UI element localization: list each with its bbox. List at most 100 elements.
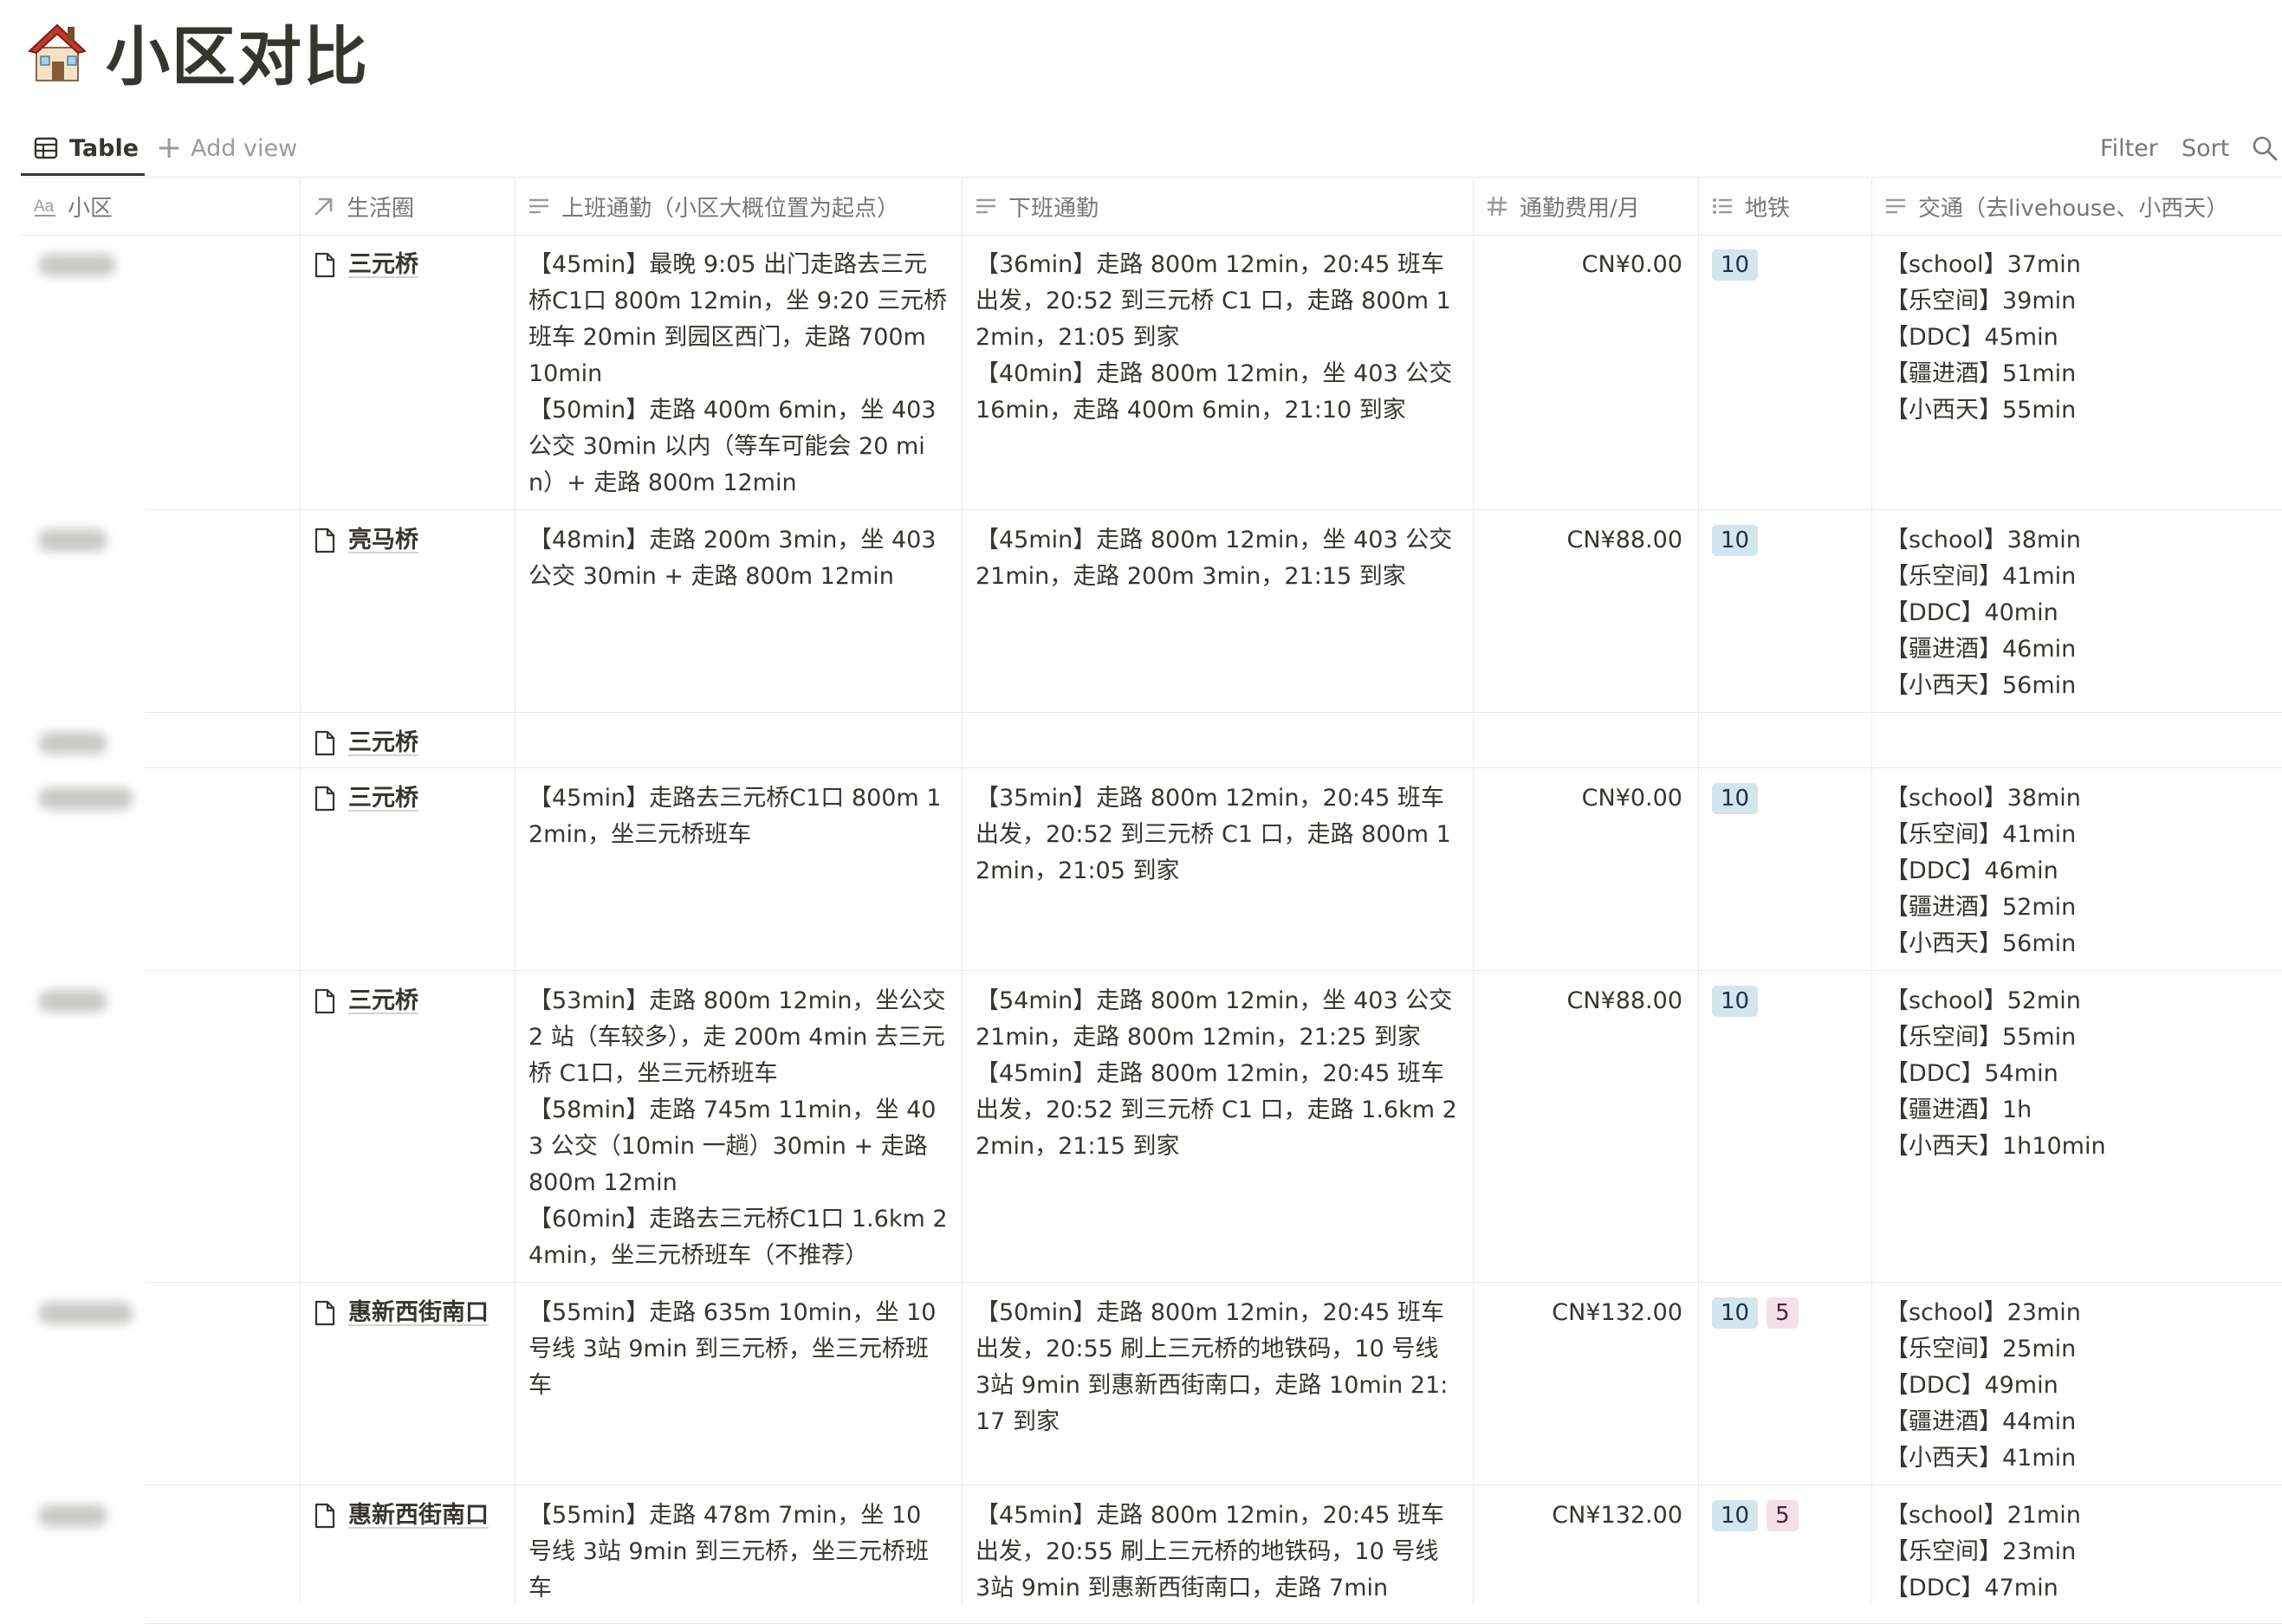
text-lines-icon	[529, 198, 548, 214]
cell-circle[interactable]: 三元桥	[300, 713, 515, 768]
column-divider	[1698, 178, 1699, 1604]
table-row[interactable]: 三元桥 【45min】走路去三元桥C1口 800m 12min，坐三元桥班车 【35…	[21, 768, 2282, 971]
cell-evening-commute[interactable]	[962, 713, 1473, 768]
cell-evening-commute[interactable]: 【45min】走路 800m 12min，20:45 班车出发，20:55 刷上…	[962, 1485, 1473, 1624]
cell-name[interactable]	[21, 1485, 300, 1624]
cell-evening-commute[interactable]: 【50min】走路 800m 12min，20:45 班车出发，20:55 刷上…	[962, 1283, 1473, 1485]
column-header[interactable]: 生活圈	[300, 178, 515, 235]
morning-line: 【50min】走路 400m 6min，坐 403 公交 30min 以内（等车…	[528, 397, 937, 496]
transit-line: 【乐空间】41min	[1885, 821, 2077, 848]
evening-line: 【45min】走路 800m 12min，20:45 班车出发，20:52 到三…	[976, 1060, 1457, 1160]
cell-transit[interactable]: 【school】52min 【乐空间】55min 【DDC】54min 【疆进酒】1h…	[1871, 971, 2282, 1283]
cell-commute-cost[interactable]: CN¥132.00	[1473, 1485, 1698, 1624]
view-bar: Table + Add view Filter Sort	[21, 121, 2282, 177]
sort-button[interactable]: Sort	[2182, 121, 2229, 175]
active-tab-underline	[21, 173, 145, 176]
morning-line: 【55min】走路 478m 7min，坐 10 号线 3站 9min 到三元桥…	[528, 1502, 930, 1601]
cell-circle[interactable]: 三元桥	[300, 768, 515, 971]
relation-page-link[interactable]: 三元桥	[314, 247, 501, 283]
add-view-button[interactable]: + Add view	[156, 121, 297, 175]
subway-line-tag: 10	[1712, 249, 1759, 281]
cell-morning-commute[interactable]: 【53min】走路 800m 12min，坐公交 2 站（车较多），走 200m…	[515, 971, 962, 1283]
cell-morning-commute[interactable]: 【48min】走路 200m 3min，坐 403 公交 30min + 走路 …	[515, 510, 962, 713]
house-icon[interactable]	[24, 18, 90, 84]
cell-transit[interactable]	[1871, 713, 2282, 768]
cell-name[interactable]	[21, 235, 300, 510]
cell-subway[interactable]: 10	[1698, 235, 1871, 510]
cell-evening-commute[interactable]: 【54min】走路 800m 12min，坐 403 公交 21min，走路 8…	[962, 971, 1473, 1283]
cell-name[interactable]	[21, 768, 300, 971]
add-view-label: Add view	[191, 134, 298, 162]
redacted-name	[38, 1302, 133, 1324]
cell-evening-commute[interactable]: 【35min】走路 800m 12min，20:45 班车出发，20:52 到三…	[962, 768, 1473, 971]
cell-circle[interactable]: 三元桥	[300, 235, 515, 510]
tab-table[interactable]: Table	[33, 121, 139, 175]
subway-line-tag: 10	[1712, 783, 1759, 814]
cell-commute-cost[interactable]: CN¥0.00	[1473, 235, 1698, 510]
cell-evening-commute[interactable]: 【45min】走路 800m 12min，坐 403 公交 21min，走路 2…	[962, 510, 1473, 713]
cell-transit[interactable]: 【school】38min 【乐空间】41min 【DDC】40min 【疆进酒】46…	[1871, 510, 2282, 713]
cell-name[interactable]	[21, 971, 300, 1283]
cell-morning-commute[interactable]: 【55min】走路 635m 10min，坐 10 号线 3站 9min 到三元…	[515, 1283, 962, 1485]
cell-circle[interactable]: 三元桥	[300, 971, 515, 1283]
column-header[interactable]: 下班通勤	[962, 178, 1473, 235]
cell-circle[interactable]: 亮马桥	[300, 510, 515, 713]
column-header[interactable]: 通勤费用/月	[1473, 178, 1698, 235]
cell-name[interactable]	[21, 1283, 300, 1485]
cell-circle[interactable]: 惠新西街南口	[300, 1485, 515, 1624]
cell-subway[interactable]: 10 5	[1698, 1485, 1871, 1624]
cell-subway[interactable]: 10	[1698, 768, 1871, 971]
relation-page-link[interactable]: 三元桥	[314, 780, 501, 817]
column-divider	[962, 178, 963, 1604]
cell-subway[interactable]: 10	[1698, 971, 1871, 1283]
table-row[interactable]: 惠新西街南口 【55min】走路 635m 10min，坐 10 号线 3站 9m…	[21, 1283, 2282, 1485]
table-row[interactable]: 三元桥 【53min】走路 800m 12min，坐公交 2 站（车较多），走 2…	[21, 971, 2282, 1283]
cell-commute-cost[interactable]: CN¥88.00	[1473, 510, 1698, 713]
cell-transit[interactable]: 【school】37min 【乐空间】39min 【DDC】45min 【疆进酒】51…	[1871, 235, 2282, 510]
cell-morning-commute[interactable]: 【45min】走路去三元桥C1口 800m 12min，坐三元桥班车	[515, 768, 962, 971]
cell-commute-cost[interactable]: CN¥132.00	[1473, 1283, 1698, 1485]
cell-name[interactable]	[21, 510, 300, 713]
table-row[interactable]: 亮马桥 【48min】走路 200m 3min，坐 403 公交 30min + …	[21, 510, 2282, 713]
transit-line: 【DDC】45min	[1885, 324, 2058, 351]
table-row[interactable]: 三元桥 【45min】最晚 9:05 出门走路去三元桥C1口 800m 12min…	[21, 235, 2282, 510]
column-header[interactable]: Aa 小区	[21, 178, 300, 235]
cell-name[interactable]	[21, 713, 300, 768]
cell-transit[interactable]: 【school】23min 【乐空间】25min 【DDC】49min 【疆进酒】44…	[1871, 1283, 2282, 1485]
relation-page-title: 亮马桥	[348, 527, 418, 553]
relation-page-link[interactable]: 惠新西街南口	[314, 1295, 501, 1331]
column-header[interactable]: 地铁	[1698, 178, 1871, 235]
redacted-name	[38, 529, 107, 552]
cell-commute-cost[interactable]: CN¥88.00	[1473, 971, 1698, 1283]
cell-subway[interactable]: 10 5	[1698, 1283, 1871, 1485]
subway-line-tag: 10	[1712, 1500, 1759, 1531]
redacted-name	[38, 732, 107, 754]
filter-label: Filter	[2100, 134, 2158, 162]
column-header[interactable]: 交通（去livehouse、小西天）	[1871, 178, 2282, 235]
search-button[interactable]	[2251, 121, 2279, 175]
cell-morning-commute[interactable]	[515, 713, 962, 768]
cell-circle[interactable]: 惠新西街南口	[300, 1283, 515, 1485]
table-row[interactable]: 三元桥	[21, 713, 2282, 768]
relation-page-link[interactable]: 惠新西街南口	[314, 1498, 501, 1534]
cell-evening-commute[interactable]: 【36min】走路 800m 12min，20:45 班车出发，20:52 到三…	[962, 235, 1473, 510]
column-header[interactable]: 上班通勤（小区大概位置为起点）	[515, 178, 962, 235]
cell-morning-commute[interactable]: 【45min】最晚 9:05 出门走路去三元桥C1口 800m 12min，坐 …	[515, 235, 962, 510]
filter-button[interactable]: Filter	[2100, 121, 2158, 175]
cell-subway[interactable]: 10	[1698, 510, 1871, 713]
page-icon	[314, 786, 335, 812]
cell-transit[interactable]: 【school】21min 【乐空间】23min 【DDC】47min	[1871, 1485, 2282, 1624]
cell-transit[interactable]: 【school】38min 【乐空间】41min 【DDC】46min 【疆进酒】52…	[1871, 768, 2282, 971]
cell-morning-commute[interactable]: 【55min】走路 478m 7min，坐 10 号线 3站 9min 到三元桥…	[515, 1485, 962, 1624]
cell-subway[interactable]	[1698, 713, 1871, 768]
relation-page-link[interactable]: 亮马桥	[314, 522, 501, 559]
column-divider	[300, 178, 301, 1604]
relation-page-link[interactable]: 三元桥	[314, 983, 501, 1019]
relation-page-link[interactable]: 三元桥	[314, 725, 501, 761]
page-icon	[314, 1300, 335, 1326]
cell-commute-cost[interactable]	[1473, 713, 1698, 768]
morning-line: 【45min】走路去三元桥C1口 800m 12min，坐三元桥班车	[528, 785, 942, 848]
table-row[interactable]: 惠新西街南口 【55min】走路 478m 7min，坐 10 号线 3站 9mi…	[21, 1485, 2282, 1624]
cell-commute-cost[interactable]: CN¥0.00	[1473, 768, 1698, 971]
relation-page-title: 三元桥	[348, 987, 418, 1014]
